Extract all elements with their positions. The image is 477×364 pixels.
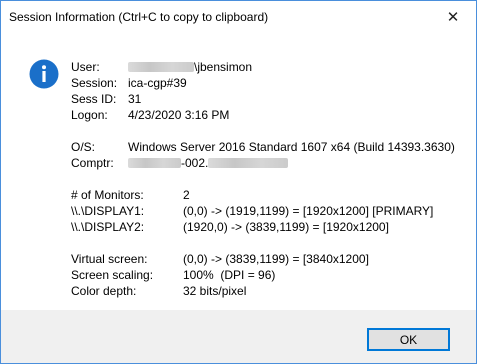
dialog-footer: OK	[1, 310, 476, 363]
logon-value: 4/23/2020 3:16 PM	[128, 108, 230, 122]
os-value: Windows Server 2016 Standard 1607 x64 (B…	[128, 140, 455, 154]
session-info-dialog: Session Information (Ctrl+C to copy to c…	[0, 0, 477, 364]
user-value: \jbensimon	[128, 60, 252, 75]
color-depth-label: Color depth:	[71, 284, 137, 298]
virtual-screen-value: (0,0) -> (3839,1199) = [3840x1200]	[183, 252, 369, 266]
redacted-host-suffix	[208, 158, 289, 168]
close-icon: ✕	[446, 8, 460, 26]
screen-scaling-value: 100% (DPI = 96)	[183, 268, 276, 282]
session-value: ica-cgp#39	[128, 76, 187, 90]
ok-button[interactable]: OK	[367, 328, 450, 351]
title-bar[interactable]: Session Information (Ctrl+C to copy to c…	[1, 1, 476, 33]
display2-value: (1920,0) -> (3839,1199) = [1920x1200]	[183, 220, 389, 234]
sessid-value: 31	[128, 92, 142, 106]
comptr-value: -002.	[128, 156, 289, 171]
sessid-label: Sess ID:	[71, 92, 117, 106]
comptr-label: Comptr:	[71, 156, 114, 170]
user-label: User:	[71, 60, 100, 74]
monitors-count-value: 2	[183, 188, 190, 202]
virtual-screen-label: Virtual screen:	[71, 252, 148, 266]
monitors-count-label: # of Monitors:	[71, 188, 144, 202]
logon-label: Logon:	[71, 108, 108, 122]
window-title: Session Information (Ctrl+C to copy to c…	[9, 10, 269, 24]
redacted-domain	[128, 62, 194, 72]
close-button[interactable]: ✕	[430, 1, 476, 32]
display1-value: (0,0) -> (1919,1199) = [1920x1200] [PRIM…	[183, 204, 434, 218]
color-depth-value: 32 bits/pixel	[183, 284, 247, 298]
info-icon	[29, 59, 59, 89]
session-label: Session:	[71, 76, 118, 90]
display2-label: \\.\DISPLAY2:	[71, 220, 145, 234]
screen-scaling-label: Screen scaling:	[71, 268, 154, 282]
os-label: O/S:	[71, 140, 96, 154]
display1-label: \\.\DISPLAY1:	[71, 204, 145, 218]
redacted-host-prefix	[128, 158, 181, 168]
